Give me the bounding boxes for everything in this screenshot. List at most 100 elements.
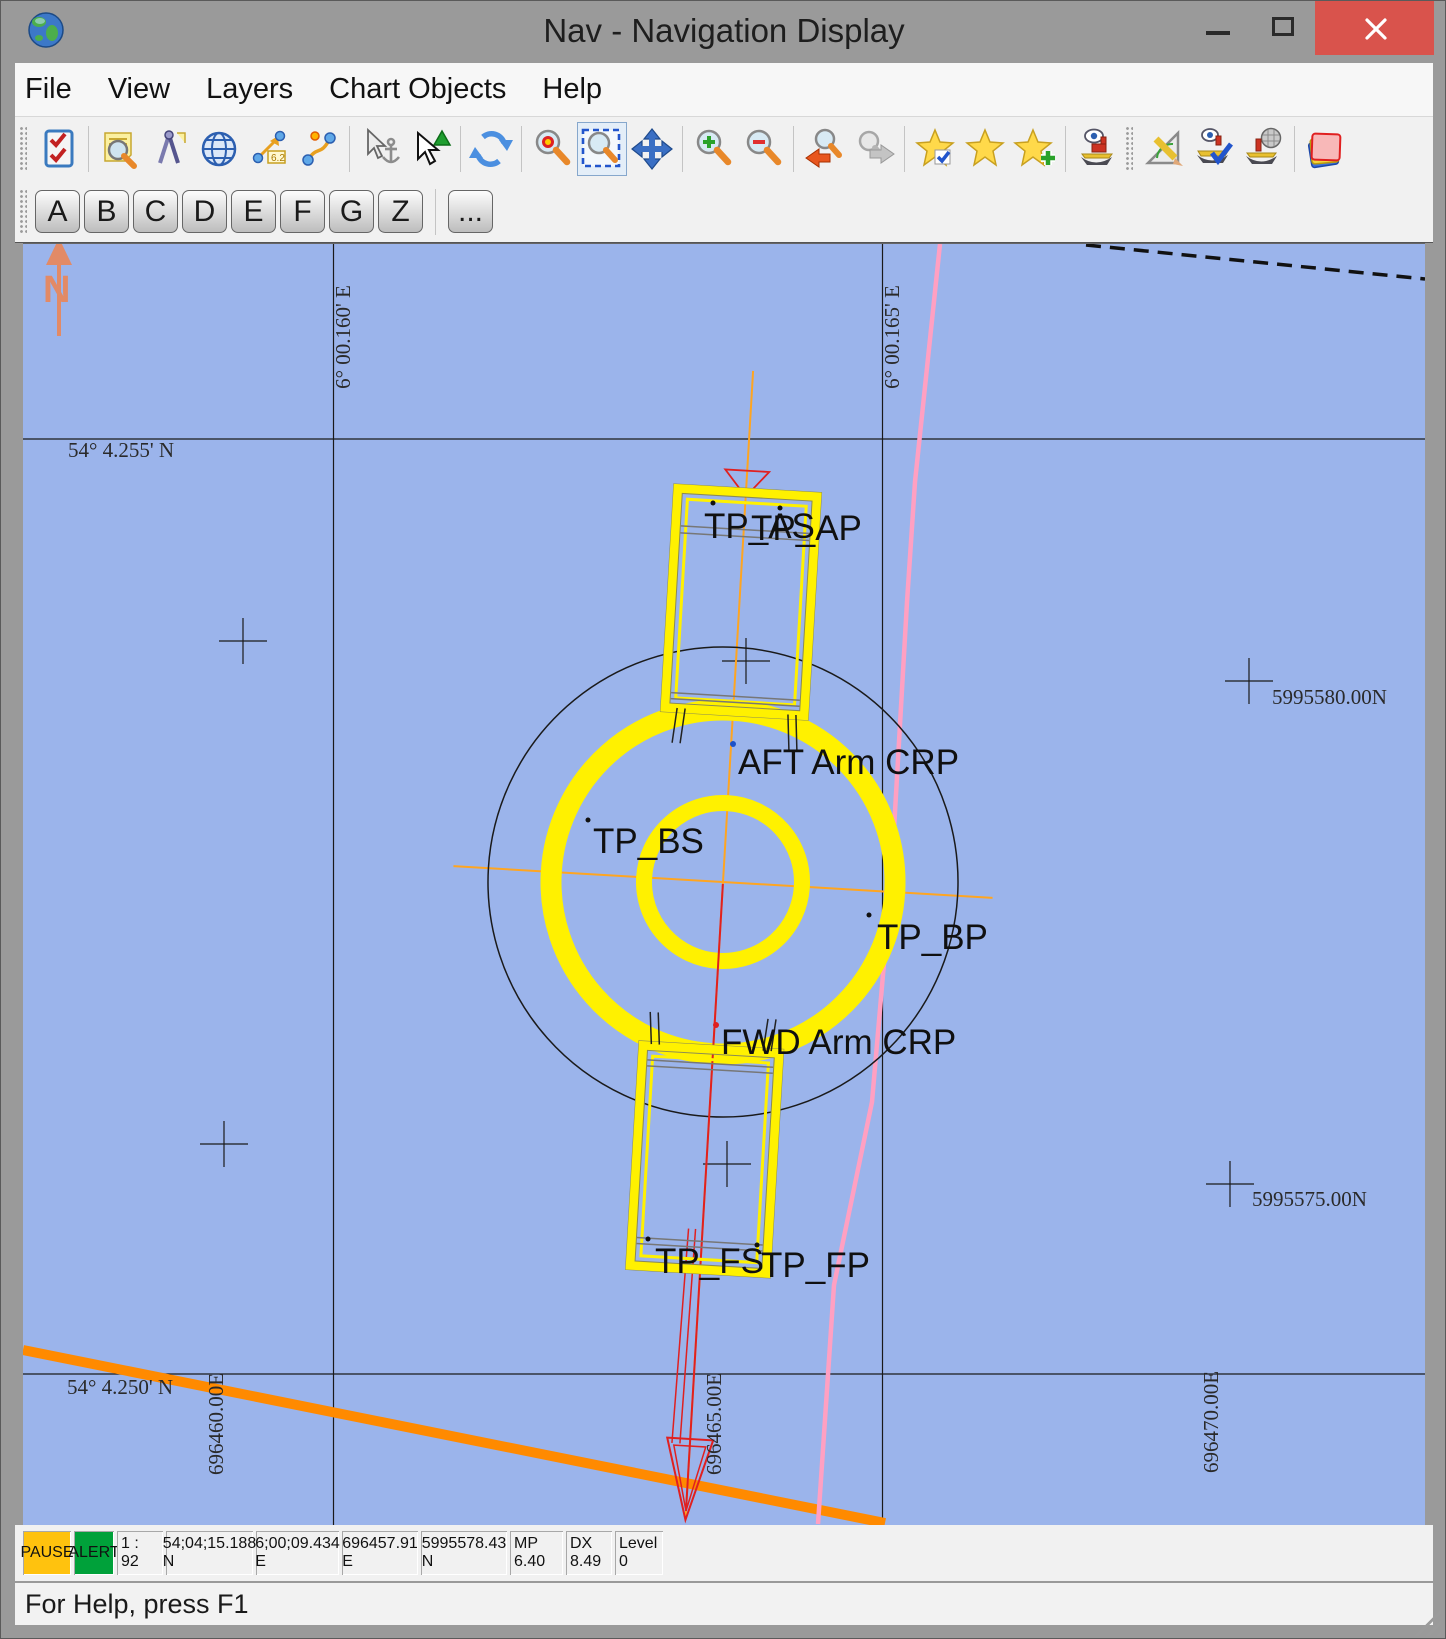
mp-readout: MP 6.40	[510, 1531, 563, 1575]
toolbar-separator	[904, 126, 905, 172]
label-tp-ap: TP_AP	[751, 509, 862, 548]
menu-help[interactable]: Help	[524, 63, 620, 116]
zoom-window-icon	[580, 127, 624, 171]
label-lon-right: 6° 00.165' E	[880, 285, 904, 389]
help-bar: For Help, press F1	[15, 1583, 1433, 1625]
label-northing-top: 5995580.00N	[1272, 685, 1387, 709]
letter-button-z[interactable]: Z	[378, 190, 423, 233]
letter-button-g[interactable]: G	[329, 190, 374, 233]
menu-file[interactable]: File	[15, 63, 90, 116]
zoom-out-button[interactable]	[738, 122, 788, 176]
chart-svg: TP_AS TP_AP TP_BS TP_BP TP_FS TP_FP AFT …	[23, 244, 1425, 1526]
zoom-in-button[interactable]	[688, 122, 738, 176]
label-tp-bs: TP_BS	[593, 822, 704, 861]
pan-button[interactable]	[627, 122, 677, 176]
letter-button-e[interactable]: E	[231, 190, 276, 233]
ruler-pencil-icon	[1142, 127, 1186, 171]
layers-button[interactable]	[1300, 122, 1350, 176]
scale-readout: 1 : 92	[117, 1531, 163, 1575]
menu-layers[interactable]: Layers	[188, 63, 311, 116]
label-tp-bp: TP_BP	[877, 918, 988, 957]
label-easting-mid: 696465.00E	[702, 1373, 726, 1475]
layers-icon	[1303, 127, 1347, 171]
letter-button-more[interactable]: ...	[448, 190, 493, 233]
alert-indicator[interactable]: ALERT	[74, 1531, 114, 1575]
graticule-lines	[23, 244, 1425, 1526]
title-bar: Nav - Navigation Display	[1, 1, 1446, 63]
ship-check-button[interactable]	[1189, 122, 1239, 176]
zoom-back-button[interactable]	[799, 122, 849, 176]
minimize-button[interactable]	[1197, 1, 1241, 55]
chart-info-button[interactable]	[94, 122, 144, 176]
pan-arrows-icon	[630, 127, 674, 171]
zoom-out-icon	[741, 127, 785, 171]
star-check-icon	[913, 127, 957, 171]
select-cursor-button[interactable]	[405, 122, 455, 176]
longitude-readout: 6;00;09.434 E	[256, 1531, 339, 1575]
letter-button-a[interactable]: A	[35, 190, 80, 233]
letter-button-f[interactable]: F	[280, 190, 325, 233]
zoom-forward-button[interactable]	[849, 122, 899, 176]
toolbar-grip[interactable]	[19, 189, 27, 235]
dividers-button[interactable]	[144, 122, 194, 176]
select-cursor-icon	[408, 127, 452, 171]
document-search-icon	[97, 127, 141, 171]
maximize-icon	[1272, 17, 1294, 36]
anchor-cursor-button[interactable]	[355, 122, 405, 176]
ship-view-button[interactable]	[1071, 122, 1121, 176]
checklist-icon	[36, 127, 80, 171]
ship-radar-button[interactable]	[1239, 122, 1289, 176]
toolbar-separator	[793, 126, 794, 172]
pause-indicator[interactable]: PAUSE	[23, 1531, 71, 1575]
help-text: For Help, press F1	[25, 1589, 249, 1620]
letter-button-d[interactable]: D	[182, 190, 227, 233]
favorite-check-button[interactable]	[910, 122, 960, 176]
favorite-add-button[interactable]	[1010, 122, 1060, 176]
toolbar-separator	[1065, 126, 1066, 172]
favorite-button[interactable]	[960, 122, 1010, 176]
letter-toolbar: A B C D E F G Z ...	[15, 181, 1433, 243]
label-lat-top: 54° 4.255' N	[68, 438, 174, 462]
zoom-point-button[interactable]	[527, 122, 577, 176]
refresh-icon	[469, 127, 513, 171]
zoom-forward-icon	[852, 127, 896, 171]
checklist-button[interactable]	[33, 122, 83, 176]
close-icon	[1363, 16, 1389, 42]
label-fwd-arm-crp: FWD Arm CRP	[721, 1023, 956, 1062]
toolbar-grip[interactable]	[19, 126, 27, 172]
toolbar-separator	[349, 126, 350, 172]
ship-eye-icon	[1074, 127, 1118, 171]
menu-view[interactable]: View	[90, 63, 188, 116]
close-button[interactable]	[1315, 1, 1434, 55]
letter-button-b[interactable]: B	[84, 190, 129, 233]
toolbar-separator	[435, 189, 436, 235]
globe-button[interactable]	[194, 122, 244, 176]
maximize-button[interactable]	[1261, 1, 1305, 55]
label-easting-right: 696470.00E	[1199, 1371, 1223, 1473]
app-window: Nav - Navigation Display File View Layer…	[0, 0, 1446, 1639]
zoom-window-button[interactable]	[577, 122, 627, 176]
menu-chart-objects[interactable]: Chart Objects	[311, 63, 524, 116]
zoom-back-icon	[802, 127, 846, 171]
northing-readout: 5995578.43 N	[421, 1531, 507, 1575]
zoom-in-icon	[691, 127, 735, 171]
letter-button-c[interactable]: C	[133, 190, 178, 233]
toolbar-separator	[1294, 126, 1295, 172]
toolbar-grip[interactable]	[1125, 126, 1133, 172]
dx-readout: DX 8.49	[566, 1531, 612, 1575]
label-tp-fs: TP_FS	[655, 1242, 764, 1281]
feature-dots	[586, 501, 872, 1248]
measure-tools-button[interactable]	[1139, 122, 1189, 176]
refresh-button[interactable]	[466, 122, 516, 176]
minimize-icon	[1206, 31, 1230, 35]
aft-frame-crossbars	[671, 526, 810, 706]
distance-button[interactable]: 6.2	[244, 122, 294, 176]
route-button[interactable]	[294, 122, 344, 176]
status-bar: PAUSE ALERT 1 : 92 54;04;15.188 N 6;00;0…	[15, 1525, 1433, 1581]
route-icon	[297, 127, 341, 171]
north-label: N	[43, 269, 70, 311]
graticule-labels: 54° 4.255' N 54° 4.250' N 5995580.00N 59…	[67, 285, 1387, 1475]
chart-canvas[interactable]: TP_AS TP_AP TP_BS TP_BP TP_FS TP_FP AFT …	[23, 243, 1425, 1525]
toolbar-separator	[521, 126, 522, 172]
toolbar-separator	[88, 126, 89, 172]
